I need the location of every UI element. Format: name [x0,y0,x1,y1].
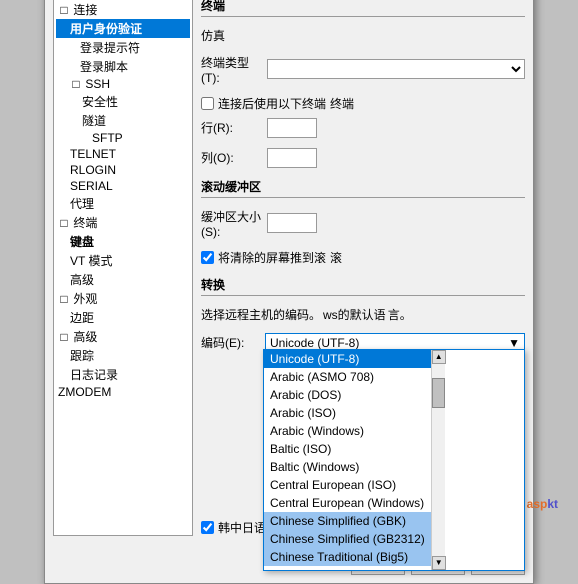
watermark-asp: asp [527,497,548,511]
dropdown-scrollbar[interactable]: ▲ ▼ [431,350,445,570]
tree-item-ssh[interactable]: □ SSH [56,76,190,92]
dropdown-item-baltic-win[interactable]: Baltic (Windows) [264,458,431,476]
dialog-window: 新建会话 (3)属性 ? ✕ 类别(C): □ 连接 用户身份验证 登录提示符 … [44,0,534,584]
convert-desc2: 言。 [388,306,412,323]
tree-item-vt[interactable]: VT 模式 [56,251,190,270]
tree-item-tunnel[interactable]: 隧道 [56,111,190,130]
dropdown-item-arabic-iso[interactable]: Arabic (ISO) [264,404,431,422]
tree-item-log[interactable]: 日志记录 [56,365,190,384]
checkbox-clear-screen[interactable] [201,251,214,264]
emulation-label: 仿真 [201,27,261,44]
col-row: 列(O): [201,148,525,168]
clear-screen-label: 将清除的屏幕推到滚 [218,249,326,266]
buffer-size-row: 缓冲区大小(S): [201,208,525,239]
main-content: □ 连接 用户身份验证 登录提示符 登录脚本 □ SSH 安全性 隧道 SFTP… [53,0,525,536]
row-row: 行(R): [201,118,525,138]
terminal-type-label: 终端类型(T): [201,54,261,85]
tree-item-proxy[interactable]: 代理 [56,194,190,213]
tree-item-zmodem[interactable]: ZMODEM [56,384,190,400]
dropdown-item-baltic-iso[interactable]: Baltic (ISO) [264,440,431,458]
encoding-label: 编码(E): [201,334,261,351]
dropdown-item-arabic-win[interactable]: Arabic (Windows) [264,422,431,440]
windows-default: ws的默认语 [323,306,386,323]
terminal-type-row: 终端类型(T): [201,54,525,85]
col-label: 列(O): [201,149,261,166]
dropdown-item-arabic-dos[interactable]: Arabic (DOS) [264,386,431,404]
tree-item-security[interactable]: 安全性 [56,92,190,111]
tree-item-advanced[interactable]: 高级 [56,270,190,289]
appearance-expand-icon: □ [58,292,70,306]
emulation-row: 仿真 [201,27,525,44]
tree-item-login-script[interactable]: 登录脚本 [56,57,190,76]
dropdown-item-unicode[interactable]: Unicode (UTF-8) [264,350,431,368]
convert-desc-row: 选择远程主机的编码。 ws的默认语 言。 [201,306,525,323]
clear-screen-suffix: 滚 [330,249,342,266]
tree-item-appearance[interactable]: □ 外观 [56,289,190,308]
scroll-buffer-section: 滚动缓冲区 [201,178,525,198]
tree-item-auth[interactable]: 用户身份验证 [56,19,190,38]
row-label: 行(R): [201,119,261,136]
watermark-kt: kt [547,497,558,511]
dropdown-item-ct-big5[interactable]: Chinese Traditional (Big5) [264,548,431,566]
dropdown-item-cyrillic-koi8r[interactable]: Cyrillic (KOI8-R) [264,566,431,570]
checkbox-use-following-row: 连接后使用以下终端 终端 [201,95,525,112]
clear-screen-row: 将清除的屏幕推到滚 滚 [201,249,525,266]
encoding-dropdown[interactable]: Unicode (UTF-8) Arabic (ASMO 708) Arabic… [263,349,525,571]
right-panel: 终端 仿真 终端类型(T): 连接后使用以下终端 终端 行(R): [201,0,525,536]
col-input[interactable] [267,148,317,168]
tree-item-login-hint[interactable]: 登录提示符 [56,38,190,57]
scroll-up-arrow[interactable]: ▲ [432,350,446,364]
checkbox-use-following-label: 连接后使用以下终端 [218,95,326,112]
tree-item-trace[interactable]: 跟踪 [56,346,190,365]
tree-item-advanced2[interactable]: □ 高级 [56,327,190,346]
tree-item-margin[interactable]: 边距 [56,308,190,327]
dropdown-item-arabic-asmo[interactable]: Arabic (ASMO 708) [264,368,431,386]
dropdown-item-ce-win[interactable]: Central European (Windows) [264,494,431,512]
tree-panel[interactable]: □ 连接 用户身份验证 登录提示符 登录脚本 □ SSH 安全性 隧道 SFTP… [53,0,193,536]
tree-item-telnet[interactable]: TELNET [56,146,190,162]
dropdown-item-cs-gb2312[interactable]: Chinese Simplified (GB2312) [264,530,431,548]
convert-section: 转换 [201,276,525,296]
convert-desc: 选择远程主机的编码。 [201,306,321,323]
row-input[interactable] [267,118,317,138]
section-terminal: 终端 [201,0,525,17]
tree-item-serial[interactable]: SERIAL [56,178,190,194]
dropdown-item-cs-gbk[interactable]: Chinese Simplified (GBK) [264,512,431,530]
tree-item-terminal[interactable]: □ 终端 [56,213,190,232]
dropdown-with-scroll: Unicode (UTF-8) Arabic (ASMO 708) Arabic… [264,350,524,570]
encoding-value: Unicode (UTF-8) [270,336,359,350]
checkbox-use-following[interactable] [201,97,214,110]
tree-item-keyboard[interactable]: 键盘 [56,232,190,251]
terminal-suffix: 终端 [330,95,354,112]
terminal-expand-icon: □ [58,216,70,230]
checkbox-wide-char[interactable] [201,521,214,534]
tree-item-rlogin[interactable]: RLOGIN [56,162,190,178]
tree-item-connect[interactable]: □ 连接 [56,0,190,19]
dropdown-item-ce-iso[interactable]: Central European (ISO) [264,476,431,494]
dialog-body: 类别(C): □ 连接 用户身份验证 登录提示符 登录脚本 □ SSH 安全性 … [45,0,533,544]
scroll-down-arrow[interactable]: ▼ [432,556,446,570]
dropdown-arrow-icon: ▼ [508,336,520,350]
buffer-size-label: 缓冲区大小(S): [201,208,261,239]
expand-icon: □ [58,3,70,17]
buffer-size-input[interactable] [267,213,317,233]
encoding-container: 编码(E): Unicode (UTF-8) ▼ Unicode (UTF-8)… [201,329,525,353]
tree-item-sftp[interactable]: SFTP [56,130,190,146]
terminal-type-select[interactable] [267,59,525,79]
dropdown-list[interactable]: Unicode (UTF-8) Arabic (ASMO 708) Arabic… [264,350,431,570]
watermark: aspkt [527,488,558,514]
ssh-expand-icon: □ [70,77,82,91]
advanced2-expand-icon: □ [58,330,70,344]
scrollbar-thumb[interactable] [432,378,445,408]
